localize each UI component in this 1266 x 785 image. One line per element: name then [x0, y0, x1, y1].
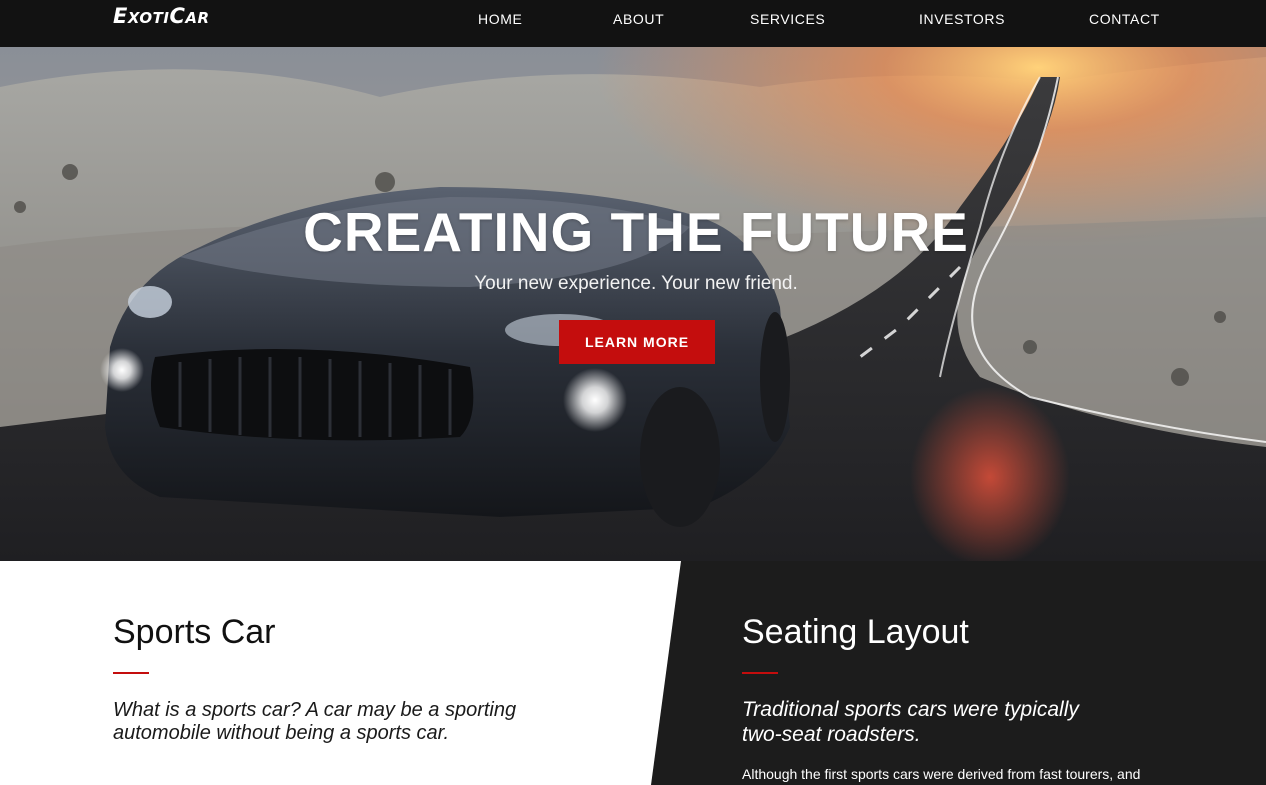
seating-layout-heading: Seating Layout	[742, 613, 969, 651]
hero-section: CREATING THE FUTURE Your new experience.…	[0, 47, 1266, 561]
accent-divider	[742, 672, 778, 674]
nav-link-home[interactable]: HOME	[478, 11, 522, 27]
nav-link-about[interactable]: ABOUT	[613, 11, 664, 27]
hero-subtitle: Your new experience. Your new friend.	[474, 273, 798, 294]
learn-more-button[interactable]: LEARN MORE	[559, 320, 715, 364]
nav-link-contact[interactable]: CONTACT	[1089, 11, 1160, 27]
content-section: Sports Car What is a sports car? A car m…	[0, 561, 1266, 785]
logo[interactable]: ExotiCar	[113, 4, 210, 28]
hero-title: CREATING THE FUTURE	[303, 201, 969, 263]
top-navbar: ExotiCar HOME ABOUT SERVICES INVESTORS C…	[0, 0, 1266, 47]
dark-panel	[651, 561, 1266, 785]
hero-background-image	[0, 47, 1266, 561]
sports-car-heading: Sports Car	[113, 613, 276, 651]
seating-layout-lead: Traditional sports cars were typically t…	[742, 698, 1079, 746]
seating-layout-body: Although the first sports cars were deri…	[742, 766, 1141, 782]
sports-car-text: What is a sports car? A car may be a spo…	[113, 699, 517, 744]
accent-divider	[113, 672, 149, 674]
nav-link-investors[interactable]: INVESTORS	[919, 11, 1005, 27]
nav-link-services[interactable]: SERVICES	[750, 11, 825, 27]
